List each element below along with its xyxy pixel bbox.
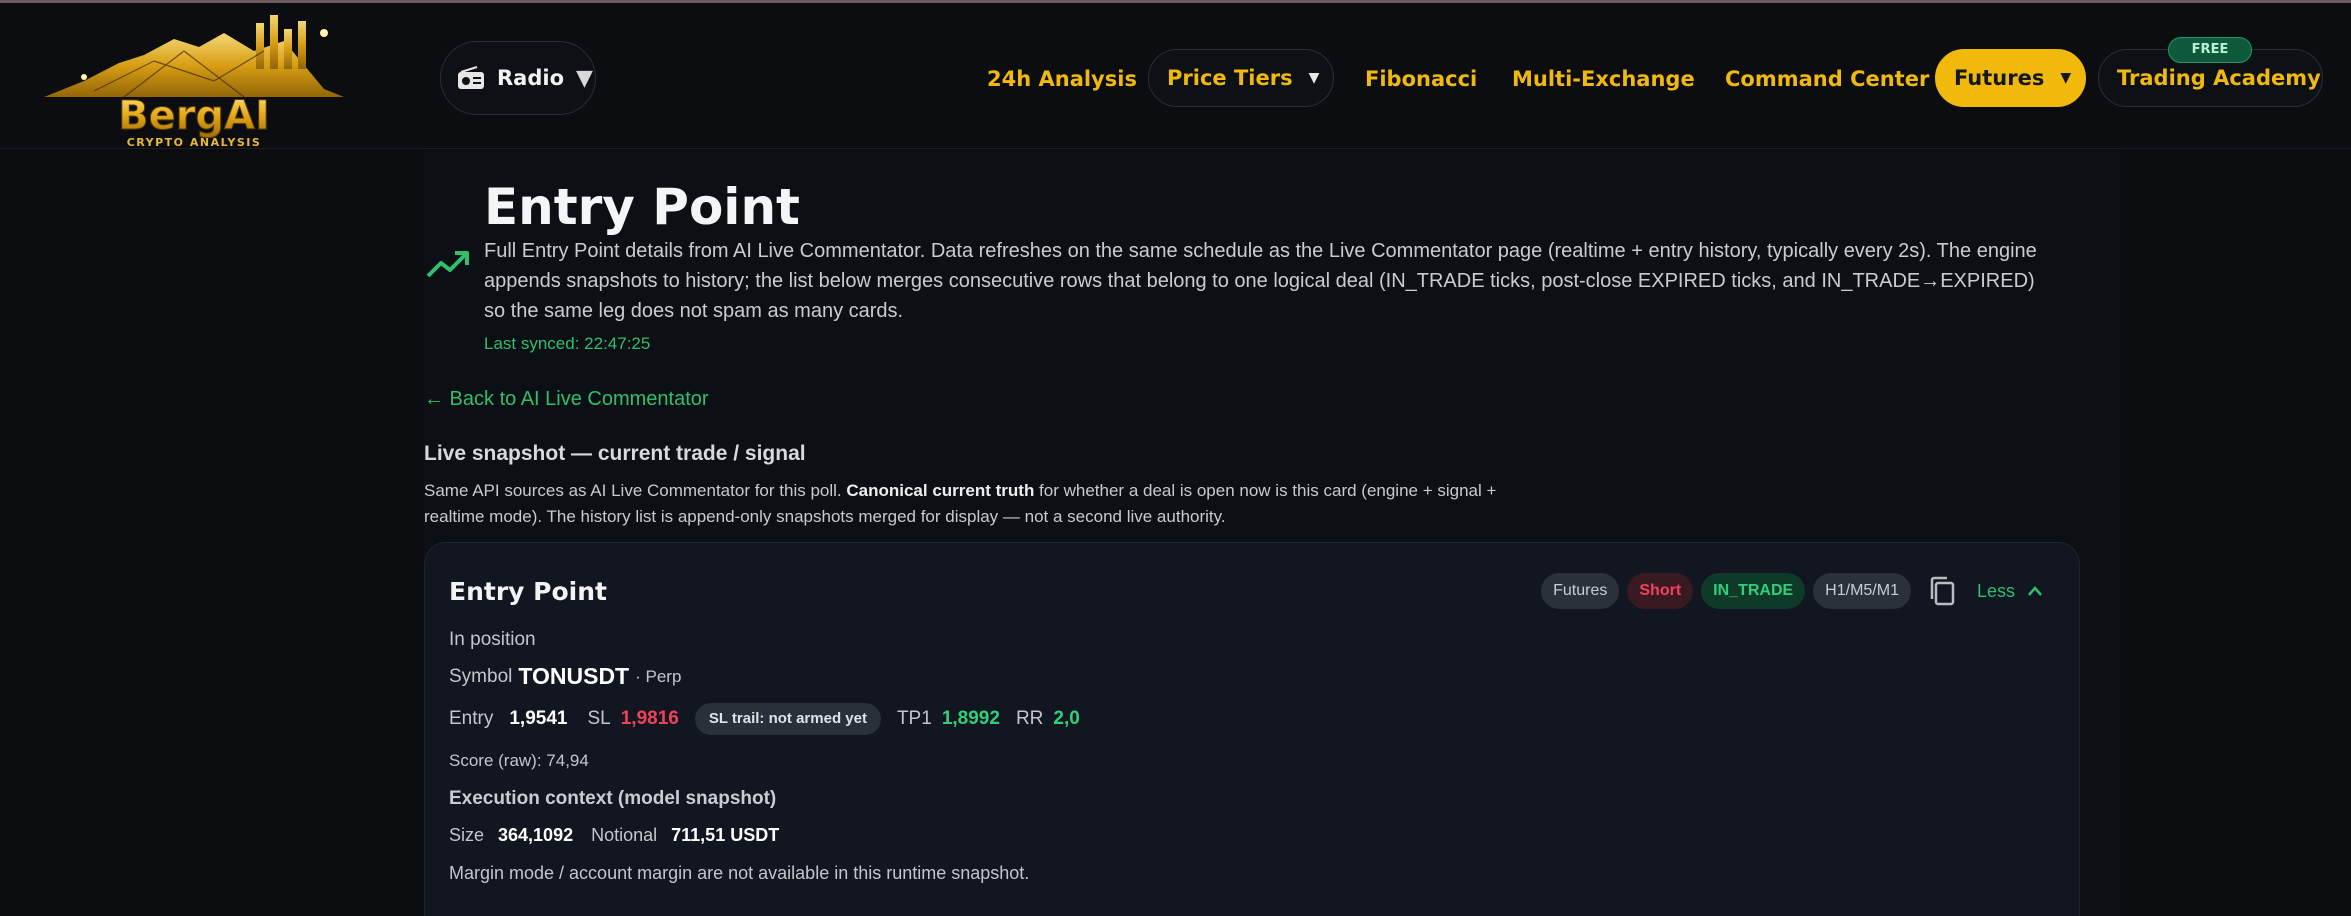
nav-futures-label: Futures bbox=[1954, 66, 2045, 90]
page-title: Entry Point bbox=[484, 178, 800, 236]
notional-value: 711,51 USDT bbox=[671, 825, 780, 845]
levels-row: Entry 1,9541 SL 1,9816 SL trail: not arm… bbox=[449, 703, 1080, 735]
nav-multi-exchange[interactable]: Multi-Exchange bbox=[1512, 55, 1695, 103]
free-badge: FREE bbox=[2168, 37, 2252, 63]
chevron-down-icon: ▼ bbox=[2060, 70, 2072, 86]
page-description: Full Entry Point details from AI Live Co… bbox=[484, 240, 2037, 322]
notional-label: Notional bbox=[591, 825, 658, 845]
side-tag: Short bbox=[1627, 573, 1694, 609]
trending-up-icon bbox=[426, 251, 469, 278]
nav-price-tiers-label: Price Tiers bbox=[1167, 66, 1293, 90]
sl-value: 1,9816 bbox=[620, 708, 679, 729]
score-raw: Score (raw): 74,94 bbox=[449, 751, 589, 770]
snapshot-section-description: Same API sources as AI Live Commentator … bbox=[424, 481, 1497, 526]
size-value: 364,1092 bbox=[498, 825, 574, 845]
logo-graphic: BergAI CRYPTO ANALYSIS bbox=[30, 15, 358, 149]
sl-label: SL bbox=[587, 708, 611, 729]
copy-icon[interactable] bbox=[1927, 575, 1957, 607]
margin-note: Margin mode / account margin are not ava… bbox=[449, 863, 1030, 883]
snapshot-section-title: Live snapshot — current trade / signal bbox=[424, 442, 806, 465]
entry-value: 1,9541 bbox=[509, 708, 568, 729]
nav-trading-academy-label: Trading Academy bbox=[2117, 66, 2321, 90]
market-tag: Futures bbox=[1541, 573, 1620, 609]
card-title: Entry Point bbox=[449, 577, 607, 606]
timeframes-tag: H1/M5/M1 bbox=[1813, 573, 1911, 609]
rr-label: RR bbox=[1015, 708, 1044, 729]
symbol-value: TONUSDT bbox=[518, 663, 630, 689]
less-label: Less bbox=[1976, 580, 2015, 601]
nav-24h-analysis[interactable]: 24h Analysis bbox=[987, 55, 1137, 103]
symbol-label: Symbol bbox=[449, 665, 513, 687]
tp1-label: TP1 bbox=[896, 708, 932, 729]
symbol-suffix: · Perp bbox=[635, 666, 682, 686]
radio-icon bbox=[458, 66, 484, 89]
position-state: In position bbox=[449, 629, 536, 650]
bergai-logo[interactable]: BergAI CRYPTO ANALYSIS bbox=[24, 11, 364, 149]
tp1-value: 1,8992 bbox=[941, 708, 1000, 729]
status-tag: IN_TRADE bbox=[1701, 573, 1806, 609]
sl-trail-badge: SL trail: not armed yet bbox=[694, 703, 881, 735]
logo-wordmark: BergAI bbox=[118, 93, 270, 139]
size-row: Size 364,1092 Notional 711,51 USDT bbox=[449, 825, 779, 846]
rr-value: 2,0 bbox=[1053, 708, 1080, 729]
radio-dropdown-icon: ▼ bbox=[576, 65, 593, 91]
execution-context-title: Execution context (model snapshot) bbox=[449, 788, 777, 809]
entry-point-card: Entry Point Futures Short IN_TRADE H1/M5… bbox=[424, 542, 2080, 916]
nav-command-center[interactable]: Command Center bbox=[1725, 55, 1929, 103]
entry-label: Entry bbox=[449, 708, 494, 729]
chevron-up-icon bbox=[2028, 586, 2042, 596]
nav-futures[interactable]: Futures ▼ bbox=[1935, 49, 2086, 107]
size-label: Size bbox=[449, 825, 485, 845]
back-to-commentator-link[interactable]: ← Back to AI Live Commentator bbox=[424, 388, 709, 411]
logo-tagline: CRYPTO ANALYSIS bbox=[127, 136, 262, 147]
symbol-row: Symbol TONUSDT · Perp bbox=[449, 663, 681, 690]
card-tags: Futures Short IN_TRADE H1/M5/M1 Less bbox=[1541, 573, 2043, 609]
nav-fibonacci[interactable]: Fibonacci bbox=[1365, 55, 1477, 103]
chevron-down-icon: ▼ bbox=[1308, 70, 1320, 86]
less-toggle-button[interactable]: Less bbox=[1977, 581, 2043, 602]
site-header: BergAI CRYPTO ANALYSIS Radio ▼ 24h Analy… bbox=[0, 3, 2351, 149]
radio-label: Radio bbox=[497, 66, 564, 90]
last-synced: Last synced: 22:47:25 bbox=[484, 334, 651, 353]
nav-price-tiers[interactable]: Price Tiers ▼ bbox=[1148, 49, 1334, 107]
radio-button[interactable]: Radio ▼ bbox=[440, 41, 596, 115]
